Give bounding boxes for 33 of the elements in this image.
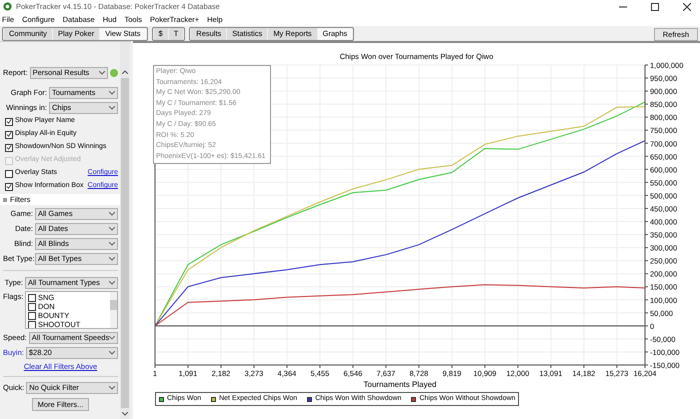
checkbox[interactable] (28, 302, 36, 310)
checkbox[interactable] (5, 144, 13, 152)
caret-icon (109, 90, 115, 94)
legend-swatch (307, 396, 312, 402)
checkbox[interactable] (5, 182, 13, 190)
collapse-icon[interactable] (3, 198, 7, 202)
caret-icon (109, 226, 115, 230)
caret-icon (109, 242, 115, 246)
caret-icon (109, 386, 115, 390)
caret-icon (109, 106, 115, 110)
caret-icon (109, 336, 115, 340)
scrollbar[interactable] (120, 42, 130, 419)
close-icon[interactable] (683, 2, 691, 10)
checkbox[interactable] (28, 312, 36, 320)
caret-icon (99, 70, 105, 74)
checkbox[interactable] (5, 118, 13, 126)
checkbox[interactable] (5, 130, 13, 138)
checkbox[interactable] (5, 170, 13, 178)
caret-icon (109, 350, 115, 354)
scroll-down-icon[interactable] (122, 412, 128, 416)
legend-swatch (211, 396, 216, 402)
scroll-thumb[interactable] (121, 78, 129, 408)
legend-swatch (159, 396, 164, 402)
x-axis-title: Tournaments Played (364, 380, 436, 389)
caret-icon (109, 280, 115, 284)
caret-icon (109, 212, 115, 216)
scrollbar[interactable] (110, 292, 117, 328)
legend-swatch (411, 396, 416, 402)
maximize-icon[interactable] (651, 2, 659, 10)
caret-icon (109, 256, 115, 260)
checkbox[interactable] (28, 294, 36, 302)
scroll-up-icon[interactable] (122, 70, 128, 74)
checkbox[interactable] (28, 320, 36, 328)
